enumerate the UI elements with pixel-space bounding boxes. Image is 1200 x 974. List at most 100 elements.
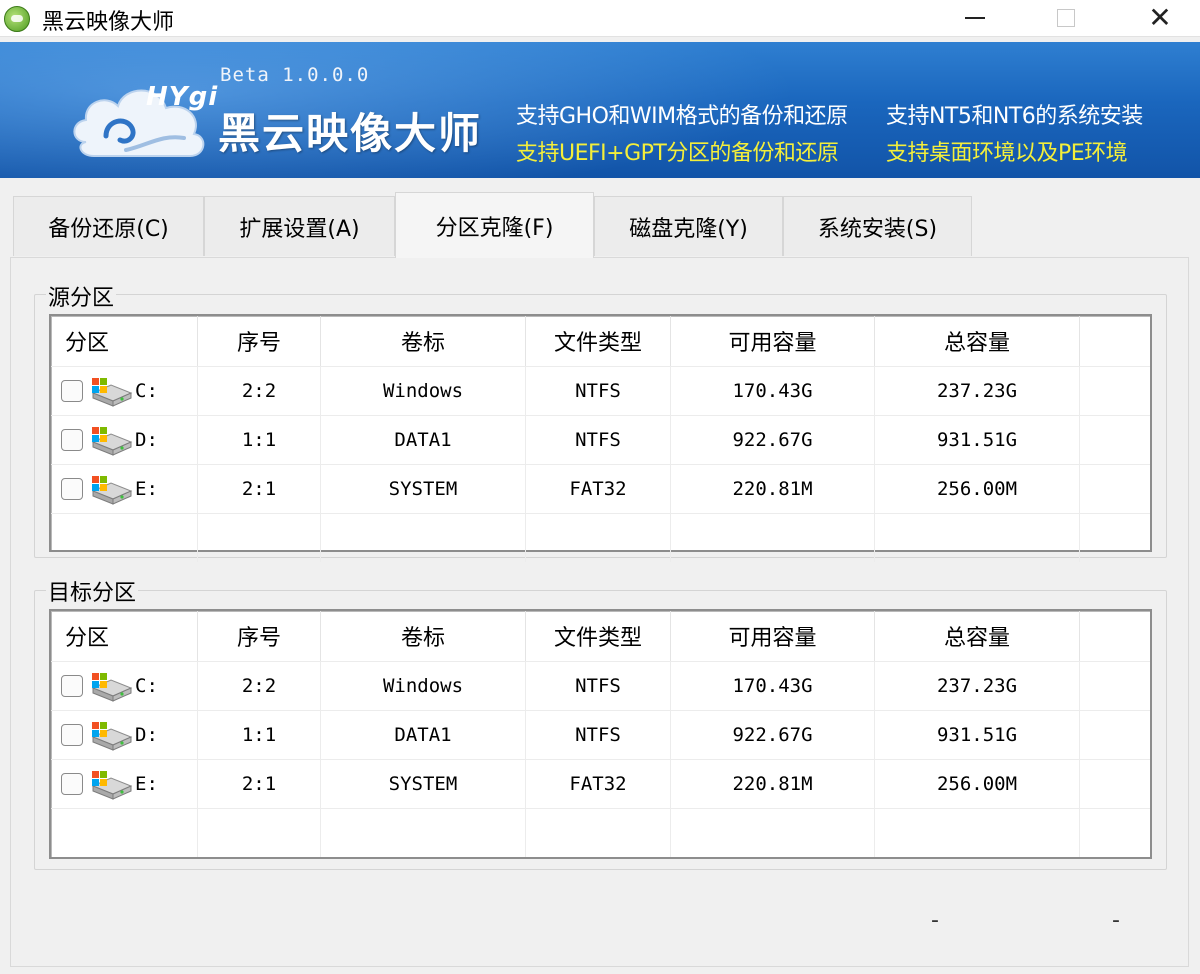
empty-cell [321,514,526,562]
close-button[interactable]: ✕ [1137,0,1183,36]
drive-letter: D: [135,429,158,451]
filesystem-cell: FAT32 [526,760,671,808]
partition-checkbox[interactable] [61,380,83,402]
table-row[interactable]: C: 2:2 Windows NTFS 170.43G 237.23G [51,366,1150,415]
total-capacity-cell: 256.00M [875,760,1080,808]
empty-cell [875,514,1080,562]
partition-checkbox[interactable] [61,773,83,795]
table-row [51,513,1150,562]
maximize-button[interactable] [1043,0,1089,36]
index-cell: 2:2 [198,367,321,415]
table-row[interactable]: E: 2:1 SYSTEM FAT32 220.81M 256.00M [51,464,1150,513]
column-header-filesystem[interactable]: 文件类型 [526,316,671,366]
partition-cell: E: [51,760,198,808]
volume-cell: DATA1 [321,416,526,464]
cloud-app-icon [4,6,30,32]
table-row [51,808,1150,857]
tab-extended-settings[interactable]: 扩展设置(A) [204,196,395,256]
column-header-free[interactable]: 可用容量 [671,316,875,366]
volume-cell: SYSTEM [321,465,526,513]
drive-letter: C: [135,380,158,402]
volume-cell: DATA1 [321,711,526,759]
empty-cell [198,514,321,562]
column-header-volume[interactable]: 卷标 [321,316,526,366]
partition-cell: D: [51,416,198,464]
free-capacity-cell: 220.81M [671,760,875,808]
tab-backup-restore[interactable]: 备份还原(C) [13,196,204,256]
tab-disk-clone[interactable]: 磁盘克隆(Y) [594,196,783,256]
empty-cell [526,514,671,562]
column-header-volume[interactable]: 卷标 [321,611,526,661]
source-partition-table: 分区 序号 卷标 文件类型 可用容量 总容量 C: 2:2 Windows NTFS 1… [49,314,1152,562]
logo-text: HYgi [146,82,219,112]
partition-checkbox[interactable] [61,429,83,451]
partition-cell: C: [51,662,198,710]
drive-letter: C: [135,675,158,697]
partition-checkbox[interactable] [61,724,83,746]
column-header-total[interactable]: 总容量 [875,611,1080,661]
drive-icon [89,719,133,751]
maximize-icon [1057,9,1075,27]
column-header-partition[interactable]: 分区 [51,611,198,661]
tab-partition-clone[interactable]: 分区克隆(F) [395,192,594,258]
index-cell: 1:1 [198,416,321,464]
partition-checkbox[interactable] [61,675,83,697]
feature-nt5-nt6: 支持NT5和NT6的系统安装 [886,104,1143,129]
close-icon: ✕ [1148,1,1172,34]
table-header: 分区 序号 卷标 文件类型 可用容量 总容量 [51,316,1150,366]
minimize-button[interactable] [952,0,998,36]
drive-icon [89,473,133,505]
free-capacity-cell: 220.81M [671,465,875,513]
empty-cell [671,514,875,562]
partition-cell: C: [51,367,198,415]
empty-cell [875,809,1080,857]
column-header-total[interactable]: 总容量 [875,316,1080,366]
drive-letter: E: [135,478,158,500]
column-header-index[interactable]: 序号 [198,316,321,366]
index-cell: 2:1 [198,465,321,513]
target-partition-label: 目标分区 [46,575,139,607]
total-capacity-cell: 931.51G [875,711,1080,759]
status-left: - [931,908,939,933]
column-header-filesystem[interactable]: 文件类型 [526,611,671,661]
table-row[interactable]: D: 1:1 DATA1 NTFS 922.67G 931.51G [51,710,1150,759]
source-partition-label: 源分区 [46,280,117,312]
table-row[interactable]: C: 2:2 Windows NTFS 170.43G 237.23G [51,661,1150,710]
free-capacity-cell: 170.43G [671,662,875,710]
table-header: 分区 序号 卷标 文件类型 可用容量 总容量 [51,611,1150,661]
partition-cell: E: [51,465,198,513]
filesystem-cell: NTFS [526,367,671,415]
column-header-free[interactable]: 可用容量 [671,611,875,661]
table-row[interactable]: E: 2:1 SYSTEM FAT32 220.81M 256.00M [51,759,1150,808]
empty-cell [51,809,198,857]
product-name: 黑云映像大师 [218,109,483,158]
filesystem-cell: NTFS [526,662,671,710]
feature-gho-wim: 支持GHO和WIM格式的备份和还原 [516,104,848,129]
index-cell: 2:1 [198,760,321,808]
column-header-index[interactable]: 序号 [198,611,321,661]
minimize-icon [965,17,985,19]
column-header-partition[interactable]: 分区 [51,316,198,366]
filesystem-cell: NTFS [526,711,671,759]
partition-checkbox[interactable] [61,478,83,500]
filesystem-cell: NTFS [526,416,671,464]
header-banner: HYgi Beta 1.0.0.0 黑云映像大师 支持GHO和WIM格式的备份和… [0,42,1200,178]
feature-desktop-pe: 支持桌面环境以及PE环境 [886,141,1128,166]
tab-system-install[interactable]: 系统安装(S) [783,196,972,256]
table-row[interactable]: D: 1:1 DATA1 NTFS 922.67G 931.51G [51,415,1150,464]
volume-cell: Windows [321,367,526,415]
title-bar: 黑云映像大师 ✕ [0,0,1200,37]
drive-icon [89,424,133,456]
filesystem-cell: FAT32 [526,465,671,513]
status-right: - [1112,908,1120,933]
index-cell: 1:1 [198,711,321,759]
drive-icon [89,768,133,800]
total-capacity-cell: 237.23G [875,662,1080,710]
partition-cell: D: [51,711,198,759]
empty-cell [51,514,198,562]
empty-cell [526,809,671,857]
feature-uefi-gpt: 支持UEFI+GPT分区的备份和还原 [516,141,839,166]
drive-icon [89,670,133,702]
drive-letter: D: [135,724,158,746]
free-capacity-cell: 170.43G [671,367,875,415]
